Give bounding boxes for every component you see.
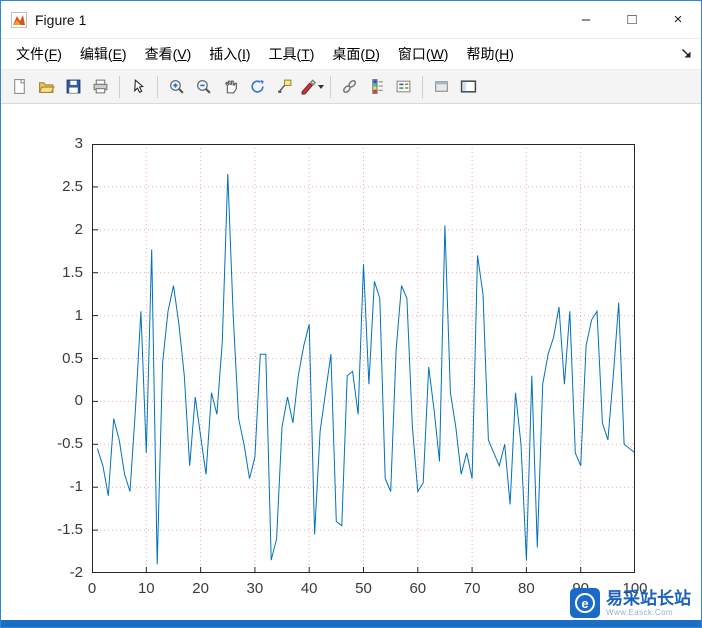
zoom-in-icon [168,78,185,95]
axes[interactable]: 0102030405060708090100-2-1.5-1-0.500.511… [92,144,635,573]
close-button[interactable]: × [655,1,701,38]
dock-figure-icon[interactable] [680,47,693,60]
titlebar[interactable]: Figure 1 –□× [1,1,701,39]
brush-button[interactable] [298,73,325,100]
edit-plot-button[interactable] [125,73,152,100]
y-tick-label: 1 [75,307,83,325]
link-plot-button[interactable] [336,73,363,100]
window-bottom-border [1,620,701,627]
hide-plot-tools-button[interactable] [428,73,455,100]
insert-legend-button[interactable] [390,73,417,100]
link-plot-icon [341,78,358,95]
pan-icon [222,78,239,95]
watermark-text: 易采站长站 [606,590,691,608]
menubar: 文件(F)编辑(E)查看(V)插入(I)工具(T)桌面(D)窗口(W)帮助(H) [1,39,701,70]
menu-tools[interactable]: 工具(T) [260,40,324,68]
show-plot-tools-button[interactable] [455,73,482,100]
signal-line [97,174,635,564]
menu-edit[interactable]: 编辑(E) [71,40,136,68]
print-figure-icon [92,78,109,95]
open-file-icon [38,78,55,95]
brush-icon [300,78,317,95]
edit-plot-icon [130,78,147,95]
y-tick-label: 2 [75,221,83,239]
menu-window[interactable]: 窗口(W) [389,40,458,68]
svg-text:e: e [581,596,588,611]
insert-legend-icon [395,78,412,95]
y-tick-label: 0 [75,392,83,410]
rotate-3d-icon [249,78,266,95]
figure-window: Figure 1 –□× 文件(F)编辑(E)查看(V)插入(I)工具(T)桌面… [0,0,702,628]
toolbar-separator [119,76,120,98]
save-figure-icon [65,78,82,95]
zoom-in-button[interactable] [163,73,190,100]
data-cursor-icon [276,78,293,95]
menu-desktop[interactable]: 桌面(D) [323,40,388,68]
window-title: Figure 1 [35,12,86,28]
y-tick-label: -1 [70,478,83,496]
menu-insert[interactable]: 插入(I) [200,40,259,68]
show-plot-tools-icon [460,78,477,95]
x-tick-label: 0 [88,580,96,598]
print-figure-button[interactable] [87,73,114,100]
rotate-3d-button[interactable] [244,73,271,100]
maximize-button[interactable]: □ [609,1,655,38]
y-tick-label: -2 [70,564,83,582]
brush-menu-caret-icon[interactable] [318,85,324,89]
x-tick-label: 50 [355,580,372,598]
menu-file[interactable]: 文件(F) [7,40,71,68]
y-tick-label: 3 [75,135,83,153]
y-tick-label: 2.5 [62,178,83,196]
toolbar [1,70,701,104]
toolbar-separator [330,76,331,98]
pan-button[interactable] [217,73,244,100]
y-tick-label: -0.5 [57,435,83,453]
x-tick-label: 10 [138,580,155,598]
save-figure-button[interactable] [60,73,87,100]
figure-canvas: 0102030405060708090100-2-1.5-1-0.500.511… [1,104,701,622]
toolbar-separator [422,76,423,98]
minimize-button[interactable]: – [563,1,609,38]
toolbar-separator [157,76,158,98]
menu-help[interactable]: 帮助(H) [457,40,522,68]
new-figure-icon [11,78,28,95]
window-controls: –□× [563,1,701,38]
hide-plot-tools-icon [433,78,450,95]
y-tick-label: 0.5 [62,350,83,368]
watermark: e 易采站长站 Www.Easck.Com [570,588,691,618]
zoom-out-icon [195,78,212,95]
y-tick-label: -1.5 [57,521,83,539]
menu-view[interactable]: 查看(V) [136,40,201,68]
watermark-subtext: Www.Easck.Com [606,608,691,617]
easck-logo-icon: e [570,588,600,618]
insert-colorbar-button[interactable] [363,73,390,100]
insert-colorbar-icon [368,78,385,95]
x-tick-label: 40 [301,580,318,598]
plot-svg [92,144,635,573]
x-tick-label: 80 [518,580,535,598]
matlab-figure-icon [11,12,27,28]
data-cursor-button[interactable] [271,73,298,100]
x-tick-label: 20 [192,580,209,598]
zoom-out-button[interactable] [190,73,217,100]
x-tick-label: 60 [409,580,426,598]
x-tick-label: 70 [464,580,481,598]
y-tick-label: 1.5 [62,264,83,282]
x-tick-label: 30 [247,580,264,598]
new-figure-button[interactable] [6,73,33,100]
open-file-button[interactable] [33,73,60,100]
grid-lines [92,144,635,573]
